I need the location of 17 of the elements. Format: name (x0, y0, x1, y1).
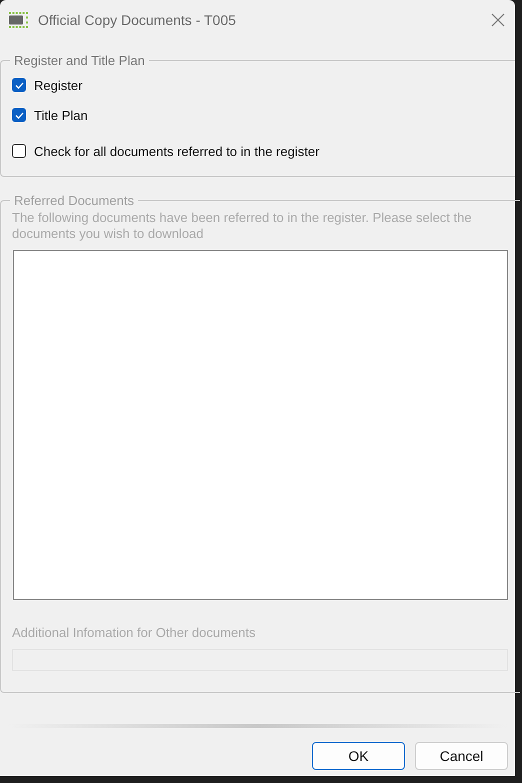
group-legend: Register and Title Plan (10, 53, 149, 68)
checkbox-label: Check for all documents referred to in the register (34, 144, 320, 158)
dialog-button[interactable]: OK (312, 742, 405, 770)
checkbox-label: Register (34, 78, 82, 92)
group-legend: Referred Documents (10, 193, 138, 208)
close-button[interactable] (489, 11, 507, 29)
checkbox[interactable] (12, 108, 26, 122)
description-text: The following documents have been referred to in the register. Please select the documents you wish to download (12, 210, 473, 242)
checkbox[interactable] (12, 144, 26, 158)
field-label: Additional Infomation for Other documents (12, 625, 257, 640)
checkbox-label: Title Plan (34, 108, 88, 122)
checkmark-icon (14, 82, 24, 88)
app-logo-icon (9, 12, 30, 28)
checkmark-icon (14, 112, 24, 118)
checkbox[interactable] (12, 78, 26, 92)
dialog-button[interactable]: Cancel (415, 742, 508, 770)
window-title: Official Copy Documents - T005 (38, 12, 237, 28)
